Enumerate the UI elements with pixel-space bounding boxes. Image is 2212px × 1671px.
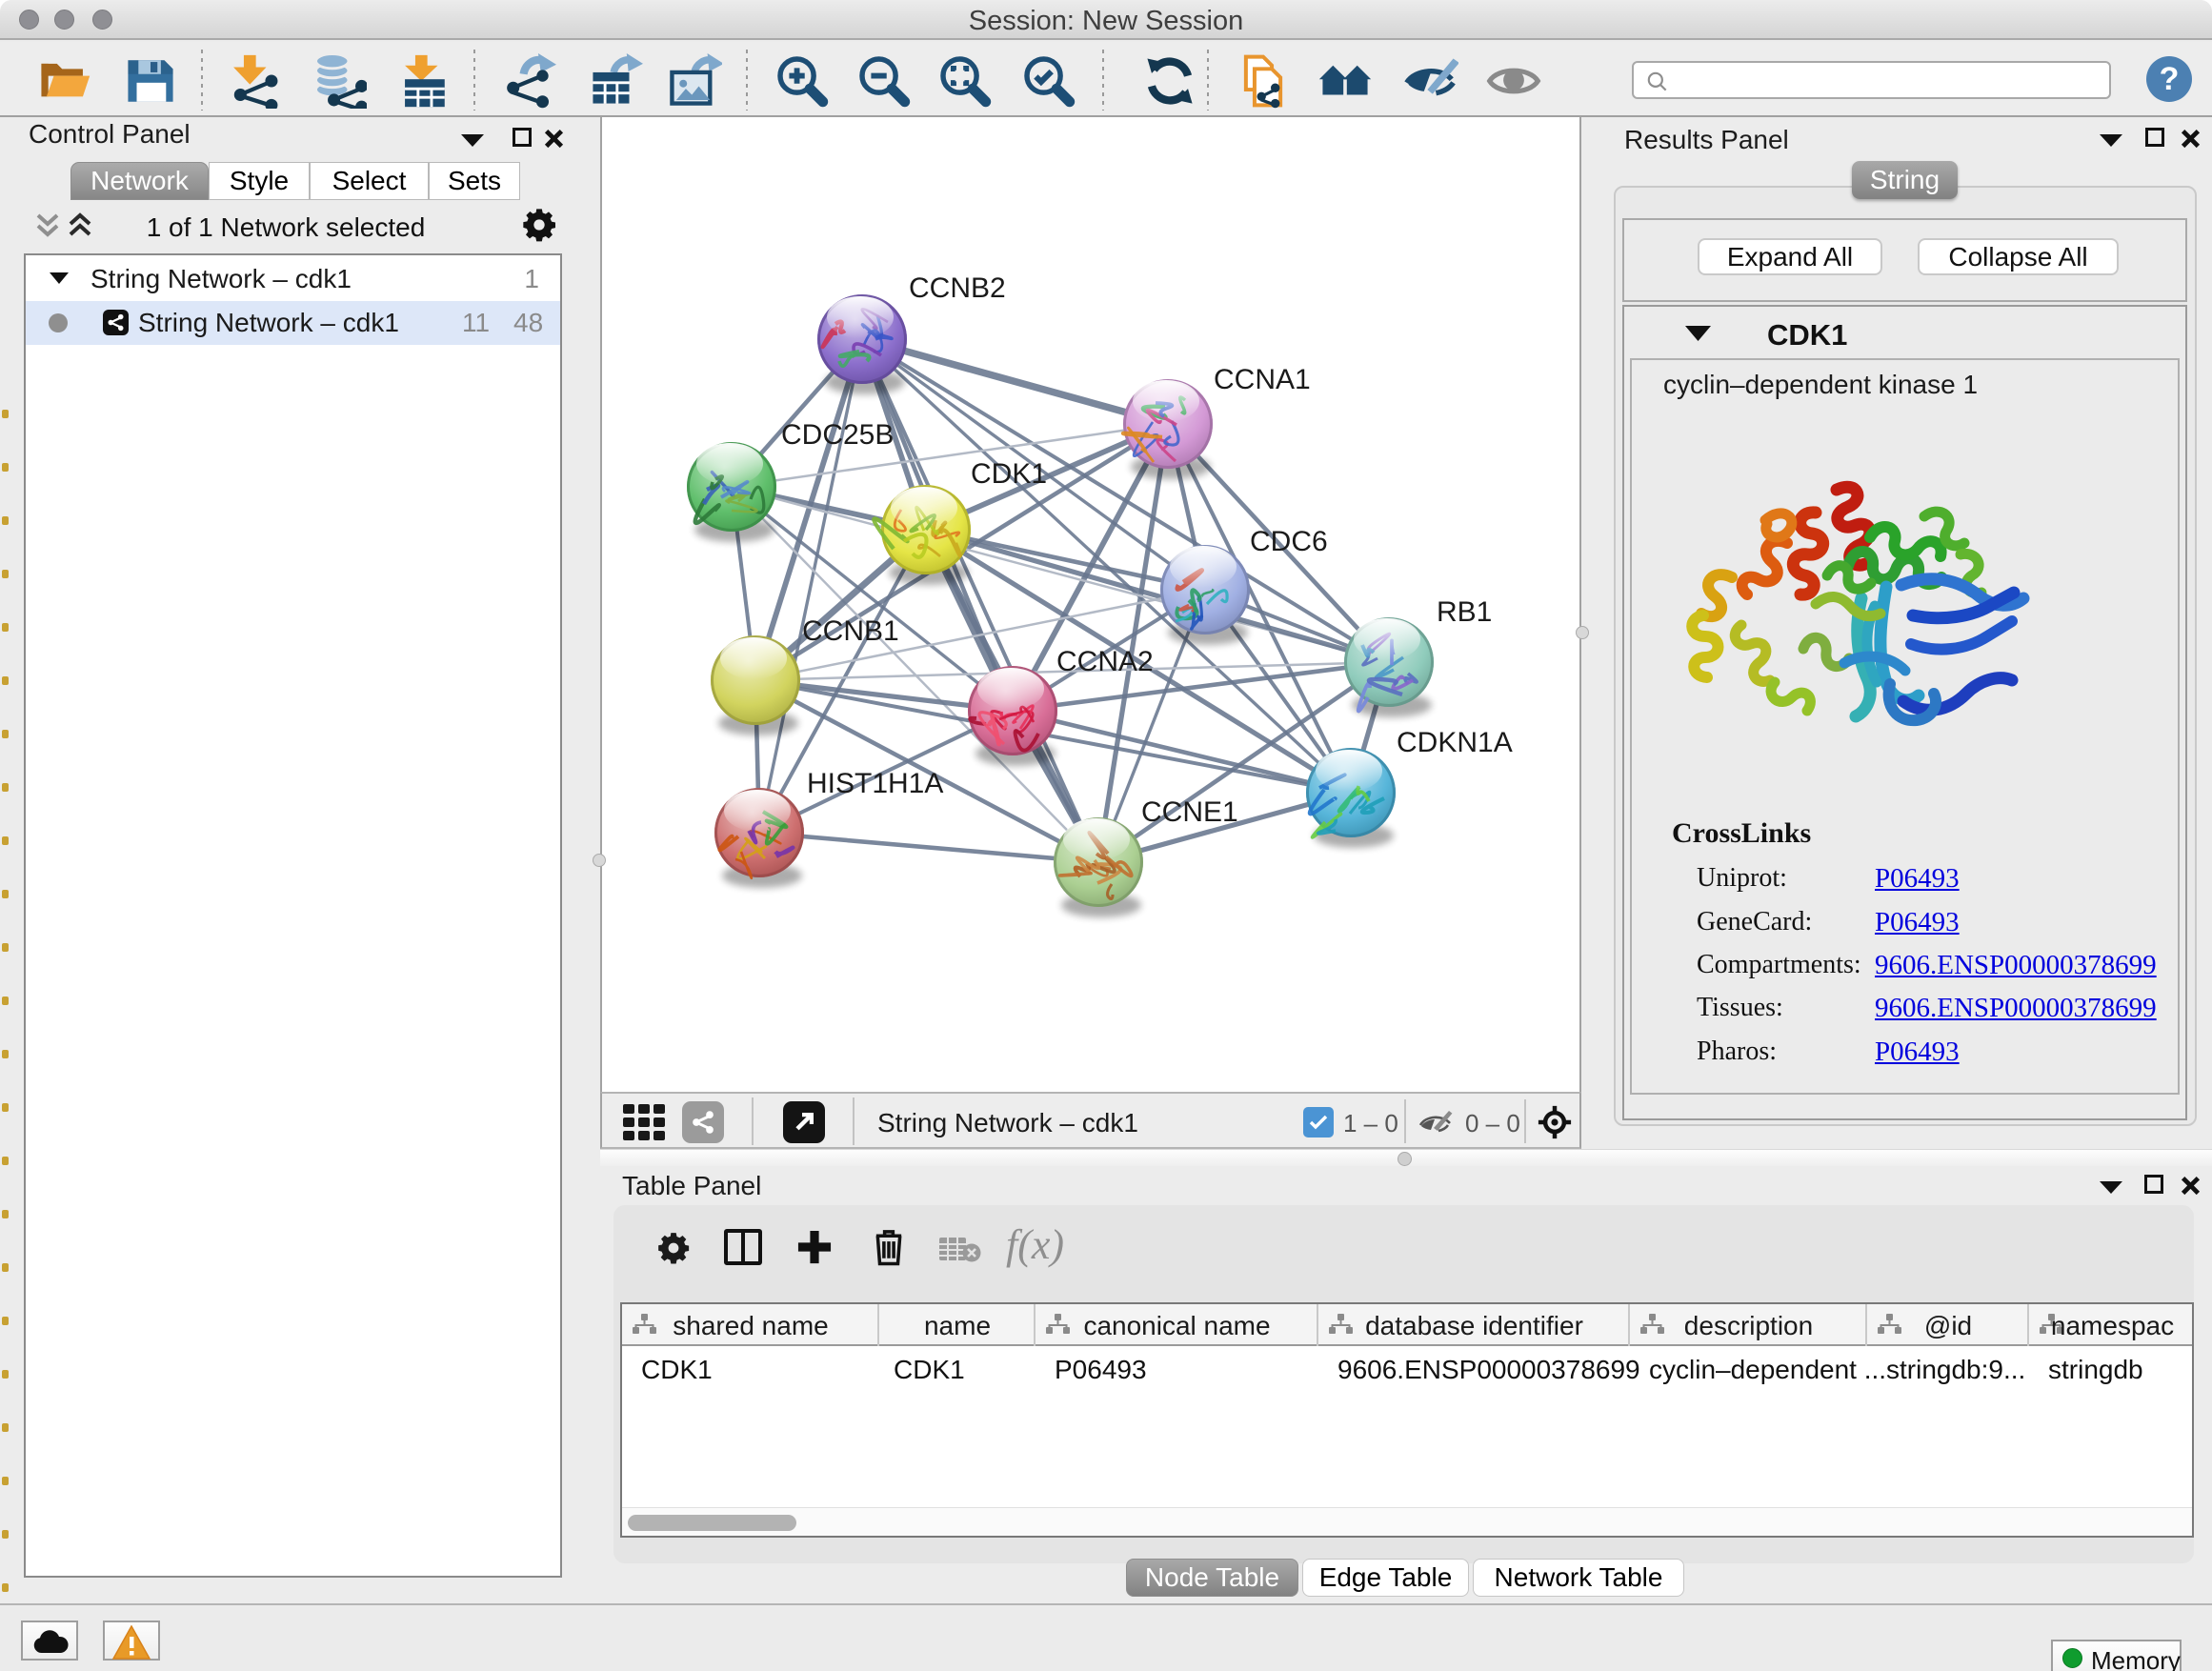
svg-text:CCNA1: CCNA1 xyxy=(1214,364,1311,395)
svg-text:CCNA2: CCNA2 xyxy=(1056,646,1154,677)
svg-text:CCNB2: CCNB2 xyxy=(909,272,1006,304)
svg-text:RB1: RB1 xyxy=(1437,596,1492,628)
svg-text:CDC6: CDC6 xyxy=(1250,526,1328,557)
svg-text:HIST1H1A: HIST1H1A xyxy=(807,768,943,799)
svg-text:CDC25B: CDC25B xyxy=(781,419,894,451)
svg-text:CCNE1: CCNE1 xyxy=(1141,796,1238,828)
svg-text:CDK1: CDK1 xyxy=(971,458,1047,490)
svg-text:CDKN1A: CDKN1A xyxy=(1397,727,1513,758)
svg-text:CCNB1: CCNB1 xyxy=(802,615,899,647)
